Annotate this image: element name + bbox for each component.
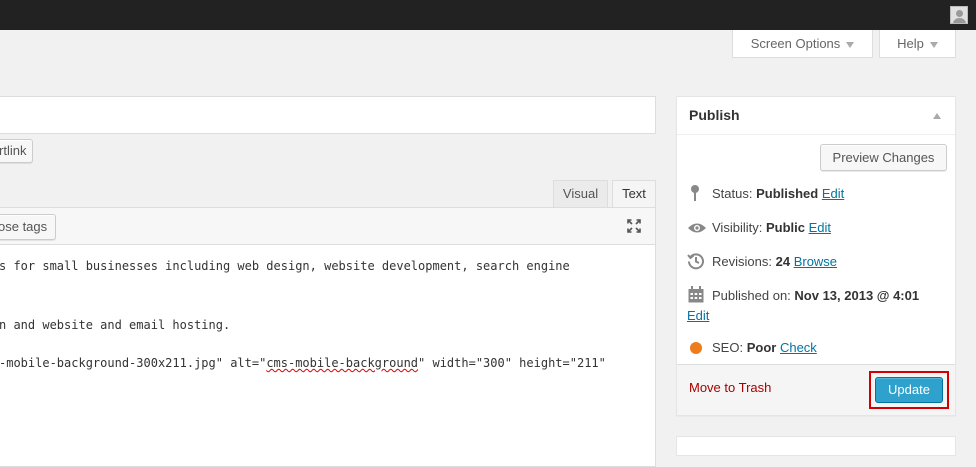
- content-editor[interactable]: ose tags s for small businesses includin…: [0, 207, 656, 467]
- status-label: Status:: [712, 186, 753, 201]
- edit-date-link[interactable]: Edit: [687, 308, 709, 323]
- editor-line: s for small businesses including web des…: [0, 259, 570, 273]
- update-button-highlight: Update: [869, 371, 949, 409]
- tab-visual-label: Visual: [562, 186, 599, 201]
- get-shortlink-button[interactable]: rtlink: [0, 139, 34, 163]
- pin-icon: [691, 185, 699, 201]
- screen-options-label: Screen Options: [750, 36, 841, 51]
- caret-down-icon: [846, 41, 855, 48]
- move-to-trash-link[interactable]: Move to Trash: [689, 380, 771, 395]
- editor-line: n and website and email hosting.: [0, 318, 231, 332]
- next-meta-box: [676, 436, 956, 456]
- seo-row: SEO: Poor Check: [712, 340, 817, 355]
- edit-visibility-link[interactable]: Edit: [809, 220, 831, 235]
- editor-line-segment: -mobile-background-300x211.jpg" alt=": [0, 356, 267, 370]
- help-label: Help: [897, 36, 924, 51]
- revisions-icon: [687, 253, 704, 270]
- seo-label: SEO:: [712, 340, 744, 355]
- quicktags-toolbar: ose tags: [0, 208, 655, 245]
- published-on-label: Published on:: [712, 288, 791, 303]
- editor-line: -mobile-background-300x211.jpg" alt="cms…: [0, 355, 606, 371]
- seo-value: Poor: [746, 340, 777, 355]
- user-avatar-icon[interactable]: [950, 6, 968, 24]
- collapse-arrow-icon[interactable]: [933, 113, 941, 119]
- published-on-row: Published on: Nov 13, 2013 @ 4:01: [712, 288, 919, 303]
- screen-options-button[interactable]: Screen Options: [732, 30, 873, 58]
- publish-actions: Move to Trash Update: [677, 364, 955, 415]
- revisions-row: Revisions: 24 Browse: [712, 254, 837, 269]
- eye-icon: [688, 223, 706, 233]
- fullscreen-icon[interactable]: [626, 218, 642, 234]
- tab-visual[interactable]: Visual: [553, 180, 608, 208]
- post-title-input[interactable]: [0, 96, 656, 134]
- publish-box-title: Publish: [689, 107, 740, 123]
- status-row: Status: Published Edit: [712, 186, 844, 201]
- visibility-row: Visibility: Public Edit: [712, 220, 831, 235]
- help-button[interactable]: Help: [879, 30, 956, 58]
- check-seo-link[interactable]: Check: [780, 340, 817, 355]
- caret-down-icon: [929, 41, 938, 48]
- edit-status-link[interactable]: Edit: [822, 186, 844, 201]
- published-on-value: Nov 13, 2013 @ 4:01: [794, 288, 920, 303]
- publish-box-header[interactable]: Publish: [677, 97, 955, 135]
- edit-date-row: Edit: [687, 308, 709, 323]
- update-label: Update: [888, 382, 930, 397]
- admin-bar: [0, 0, 976, 30]
- visibility-label: Visibility:: [712, 220, 763, 235]
- close-tags-label: ose tags: [0, 219, 48, 234]
- revisions-label: Revisions:: [712, 254, 772, 269]
- browse-revisions-link[interactable]: Browse: [794, 254, 837, 269]
- seo-score-dot-icon: [690, 342, 702, 354]
- avatar-body: [953, 18, 966, 23]
- revisions-value: 24: [775, 254, 791, 269]
- preview-changes-label: Preview Changes: [832, 150, 935, 165]
- avatar-head: [956, 10, 963, 17]
- tab-text-label: Text: [622, 186, 646, 201]
- update-button[interactable]: Update: [875, 377, 943, 403]
- editor-line-segment: " width="300" height="211": [418, 356, 606, 370]
- preview-changes-button[interactable]: Preview Changes: [820, 144, 947, 171]
- status-value: Published: [756, 186, 819, 201]
- spellcheck-word: cms-mobile-background: [266, 356, 419, 370]
- close-tags-button[interactable]: ose tags: [0, 214, 57, 240]
- publish-box: Publish Preview Changes Status: Publishe…: [676, 96, 956, 416]
- calendar-icon: [688, 286, 704, 303]
- get-shortlink-label: rtlink: [0, 143, 27, 158]
- visibility-value: Public: [765, 220, 805, 235]
- tab-text[interactable]: Text: [612, 180, 656, 208]
